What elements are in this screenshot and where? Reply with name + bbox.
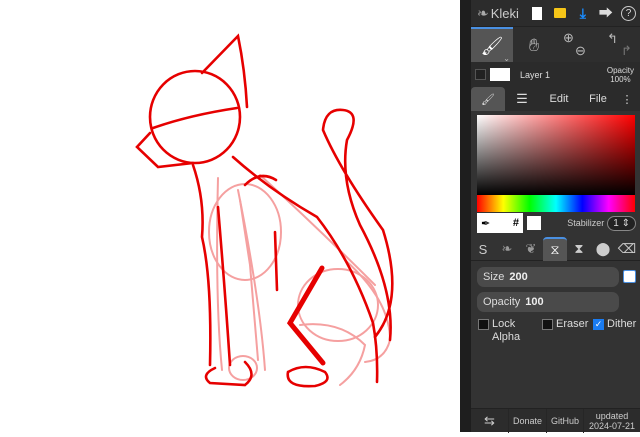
eraser-option[interactable]: Eraser <box>542 318 588 331</box>
undo-redo-buttons: ↰ ↱ <box>597 27 639 63</box>
github-link[interactable]: GitHub <box>547 409 584 433</box>
pen-brush-icon[interactable]: S <box>471 237 495 261</box>
help-icon[interactable]: ? <box>617 0 640 26</box>
swap-side-icon[interactable]: ⇆ <box>471 409 509 433</box>
panel-divider[interactable] <box>460 0 471 432</box>
tab-edit[interactable]: Edit <box>539 87 579 111</box>
brush-tool-button[interactable]: 🖌︎ ⌄ <box>471 27 513 63</box>
tool-row: 🖌︎ ⌄ ✋︎ ⊕ ⊖ ↰ ↱ <box>471 26 640 63</box>
hue-slider[interactable] <box>477 195 635 212</box>
opacity-slider[interactable]: Opacity 100 <box>477 292 619 312</box>
tool-panel: ❧ Kleki ⤓ ⮕ ? 🖌︎ ⌄ ✋︎ ⊕ ⊖ ↰ ↱ Layer 1 Opac… <box>471 0 640 433</box>
color-input-row: ✒ # Stabilizer 1 ⇕ <box>471 212 640 234</box>
layers-icon: ☰ <box>516 91 528 106</box>
chemy-brush-icon[interactable]: ⧗ <box>567 237 591 261</box>
undo-icon[interactable]: ↰ <box>607 31 618 47</box>
smudge-brush-icon[interactable]: ⬤ <box>591 237 615 261</box>
lock-alpha-checkbox[interactable] <box>478 319 489 330</box>
donate-link[interactable]: Donate <box>509 409 547 433</box>
layer-name: Layer 1 <box>520 69 551 80</box>
changelog-link[interactable]: updated 2024-07-21 <box>584 409 640 433</box>
drawing-canvas[interactable] <box>0 0 460 432</box>
new-image-icon[interactable] <box>526 0 549 26</box>
dither-option[interactable]: ✓ Dither <box>593 318 636 331</box>
open-folder-icon[interactable] <box>549 0 572 26</box>
footer: ⇆ Donate GitHub updated 2024-07-21 <box>471 408 640 433</box>
layer-visibility-checkbox[interactable] <box>475 69 486 80</box>
brush-icon: 🖌︎ <box>480 35 504 56</box>
saturation-value-picker[interactable] <box>477 115 635 195</box>
current-color-swatch[interactable] <box>527 216 541 230</box>
stabilizer-select[interactable]: 1 ⇕ <box>607 215 636 231</box>
sketchy-brush-icon[interactable]: ❦ <box>519 237 543 261</box>
redo-icon[interactable]: ↱ <box>621 43 632 59</box>
hand-tool-button[interactable]: ✋︎ <box>513 27 555 63</box>
share-icon[interactable]: ⮕ <box>594 0 617 26</box>
eraser-brush-icon[interactable]: ⌫ <box>615 237 639 261</box>
kleki-logo-icon: ❧ <box>477 4 489 21</box>
pixel-brush-icon[interactable]: ⧖ <box>543 237 567 261</box>
blend-brush-icon[interactable]: ❧ <box>495 237 519 261</box>
tab-layers[interactable]: ☰ <box>505 87 539 111</box>
hand-icon: ✋︎ <box>528 34 540 55</box>
brush-types: S ❧ ❦ ⧖ ⧗ ⬤ ⌫ <box>471 237 640 261</box>
panel-tabs: 🖌︎ ☰ Edit File ⋮ <box>471 87 640 111</box>
kleki-logo[interactable]: ❧ Kleki <box>471 5 526 22</box>
size-slider[interactable]: Size 200 <box>477 267 619 287</box>
tab-brush[interactable]: 🖌︎ <box>471 87 505 111</box>
zoom-in-icon[interactable]: ⊕ <box>563 30 574 46</box>
eyedropper-icon[interactable]: ✒ <box>481 217 490 230</box>
layer-opacity: Opacity 100% <box>606 65 634 84</box>
stabilizer-label: Stabilizer <box>567 218 605 228</box>
cat-sketch <box>135 33 394 388</box>
layer-thumbnail <box>490 68 510 81</box>
brush-icon: 🖌︎ <box>481 93 495 106</box>
dither-checkbox[interactable]: ✓ <box>593 319 604 330</box>
hex-input[interactable]: ✒ # <box>477 213 523 233</box>
eraser-checkbox[interactable] <box>542 319 553 330</box>
zoom-buttons: ⊕ ⊖ <box>555 27 597 63</box>
more-menu-icon[interactable]: ⋮ <box>617 87 637 111</box>
tab-file[interactable]: File <box>579 87 617 111</box>
download-icon[interactable]: ⤓ <box>571 0 594 26</box>
layer-row[interactable]: Layer 1 Opacity 100% <box>471 62 640 87</box>
top-bar: ❧ Kleki ⤓ ⮕ ? <box>471 0 640 26</box>
zoom-out-icon[interactable]: ⊖ <box>575 43 586 59</box>
pressure-size-toggle[interactable] <box>623 270 636 283</box>
lock-alpha-option[interactable]: Lock Alpha <box>478 318 538 344</box>
